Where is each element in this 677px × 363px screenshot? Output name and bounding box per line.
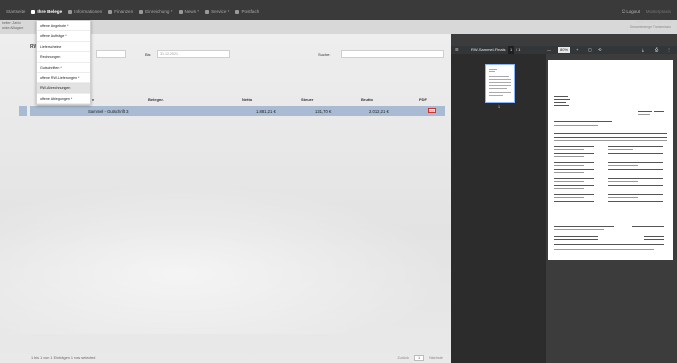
nav-item-0[interactable]: Startseite bbox=[6, 9, 25, 14]
zoom-out-icon[interactable]: — bbox=[547, 46, 551, 54]
row-steuer: 131,70 € bbox=[315, 108, 332, 114]
table-footer: 1 bis 1 von 1 Einträgen 1 row selected Z… bbox=[0, 354, 451, 363]
search-label: Suche: bbox=[318, 52, 331, 57]
nav-item-1[interactable]: Ihre Belege bbox=[31, 9, 62, 14]
menu-icon[interactable]: ☰ bbox=[455, 46, 459, 54]
date-from-input[interactable] bbox=[96, 50, 126, 58]
more-options-icon[interactable]: ⋮ bbox=[667, 46, 671, 54]
dropdown-item-3[interactable]: Rechnungen bbox=[37, 52, 90, 63]
top-navigation: Startseite Ihre Belege Informationen Finanz… bbox=[0, 0, 677, 20]
euro-icon bbox=[108, 9, 113, 14]
dropdown-item-7[interactable]: offene Ablegungen * bbox=[37, 94, 90, 105]
next-button[interactable]: Nächste bbox=[429, 356, 443, 360]
table-row[interactable]: Sammel - Gutschrift 3 1.881,21 € 131,70 … bbox=[30, 106, 445, 116]
nav-item-2[interactable]: Informationen bbox=[68, 9, 102, 14]
pdf-title: RW-Sammel-Finals bbox=[471, 47, 506, 52]
dropdown-item-6[interactable]: RW-Abrechnungen bbox=[37, 83, 90, 94]
pdf-viewer: ☰ RW-Sammel-Finals 1 / 1 — 80% + ▢ ⟲ ⤓ ⎙… bbox=[451, 34, 677, 363]
pdf-page-total: / 1 bbox=[516, 47, 521, 52]
pdf-icon[interactable]: PDF bbox=[428, 108, 436, 113]
info-icon bbox=[68, 9, 73, 14]
dropdown-item-2[interactable]: Lieferscheine bbox=[37, 42, 90, 53]
page-thumbnail[interactable] bbox=[485, 64, 515, 103]
practice-info: ehren: Praxis: Ma / 111 Gesamtmenge Tran… bbox=[629, 20, 671, 29]
username: Musterpraxis bbox=[645, 9, 671, 14]
pdf-page-input[interactable]: 1 bbox=[508, 46, 515, 54]
zoom-in-icon[interactable]: + bbox=[576, 46, 578, 54]
service-icon bbox=[205, 9, 210, 14]
dropdown-item-4[interactable]: Gutschriften * bbox=[37, 63, 90, 73]
nav-item-6[interactable]: Service * bbox=[205, 9, 229, 14]
download-icon[interactable]: ⤓ bbox=[642, 46, 644, 54]
row-name: Sammel - Gutschrift 3 bbox=[88, 108, 129, 114]
dropdown-item-5[interactable]: offene RW-Lieferungen * bbox=[37, 73, 90, 84]
belege-dropdown-menu: offene Angebote * offene Aufträge * Liefer… bbox=[36, 20, 91, 106]
thumbnail-page-number: 1 bbox=[498, 105, 500, 109]
nav-menu: Startseite Ihre Belege Informationen Finanz… bbox=[6, 9, 259, 14]
news-icon bbox=[178, 9, 183, 14]
nav-item-3[interactable]: Finanzen bbox=[108, 9, 133, 14]
page-button[interactable]: 1 bbox=[413, 355, 425, 361]
table-header: e Belegnr. Netto Steuer Brutto PDF bbox=[92, 97, 427, 102]
bis-label: Bis bbox=[145, 52, 151, 57]
print-icon[interactable]: ⎙ bbox=[655, 46, 658, 54]
logout-link[interactable]: ⎋ Logout bbox=[622, 9, 640, 14]
nav-item-7[interactable]: Postfach bbox=[235, 9, 259, 14]
date-to-input[interactable] bbox=[157, 50, 230, 58]
fit-page-icon[interactable]: ▢ bbox=[588, 46, 592, 54]
entries-info: 1 bis 1 von 1 Einträgen 1 row selected bbox=[31, 356, 96, 360]
rotate-icon[interactable]: ⟲ bbox=[598, 46, 601, 54]
mail-icon bbox=[235, 9, 240, 14]
pdf-thumbnail-sidebar: 1 bbox=[451, 54, 546, 363]
nav-item-4[interactable]: Einreichung * bbox=[139, 9, 173, 14]
dropdown-item-1[interactable]: offene Aufträge * bbox=[37, 31, 90, 42]
upload-icon bbox=[139, 9, 144, 14]
nav-item-5[interactable]: News * bbox=[178, 9, 199, 14]
pdf-toolbar: ☰ RW-Sammel-Finals 1 / 1 — 80% + ▢ ⟲ ⤓ ⎙… bbox=[451, 46, 677, 54]
dropdown-item-0[interactable]: offene Angebote * bbox=[37, 21, 90, 32]
row-netto: 1.881,21 € bbox=[256, 108, 276, 114]
receipt-icon bbox=[31, 9, 36, 14]
row-brutto: 2.012,21 € bbox=[369, 108, 389, 114]
zoom-level[interactable]: 80% bbox=[558, 47, 571, 53]
prev-button[interactable]: Zurück bbox=[397, 356, 409, 360]
search-input[interactable] bbox=[341, 50, 444, 58]
user-area: ⎋ Logout Musterpraxis bbox=[622, 9, 671, 14]
pdf-page bbox=[548, 60, 673, 260]
